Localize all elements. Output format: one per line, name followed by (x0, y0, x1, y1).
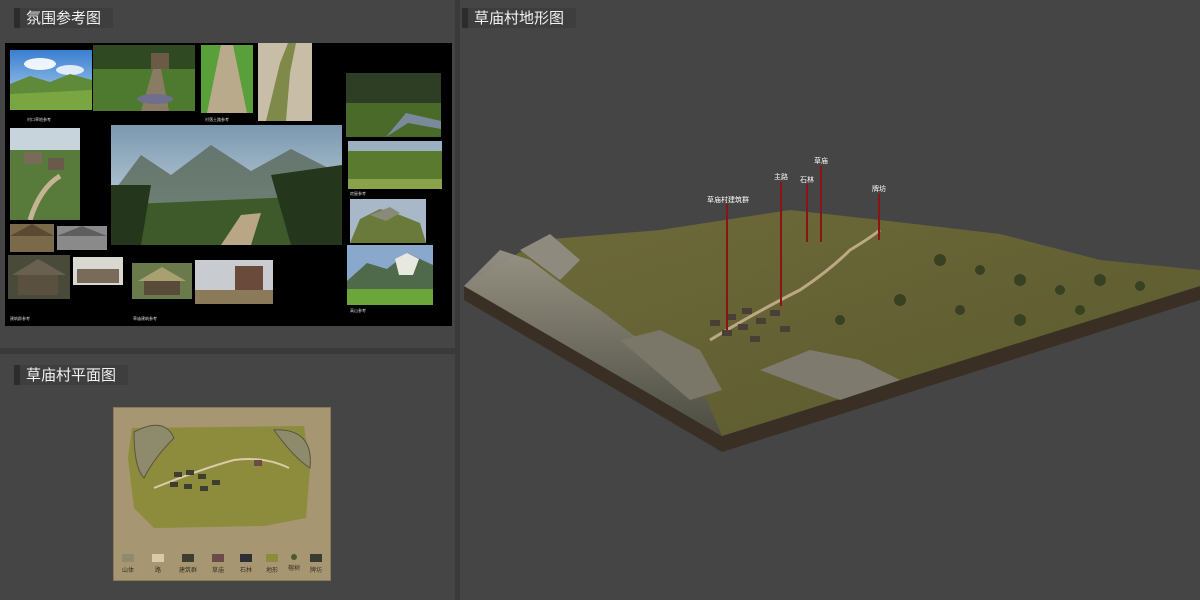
thatched-temple-photo (132, 263, 192, 299)
horizontal-divider (0, 348, 455, 354)
dirt-road-photo (201, 45, 253, 113)
legend-temple: 草庙 (206, 554, 230, 574)
pin-village-buildings (726, 204, 728, 330)
label-archway: 牌坊 (872, 185, 886, 193)
legend-label: 建筑群 (178, 567, 197, 574)
legend-buildings: 建筑群 (176, 554, 200, 574)
legend-banyan: 榕树 (282, 554, 306, 572)
grass-road-photo (258, 43, 312, 121)
legend-label: 榕树 (287, 565, 300, 572)
pin-archway (878, 194, 880, 240)
village-path-photo (93, 45, 195, 111)
meadow-photo (10, 50, 92, 110)
caption-house: 房屋参考 (350, 191, 366, 196)
wooden-house-photo (10, 224, 54, 252)
label-village-buildings: 草庙村建筑群 (707, 196, 749, 204)
village-street-photo (195, 260, 273, 304)
label-stone-forest: 石林 (800, 176, 814, 184)
caption-mountain: 高山参考 (350, 308, 366, 313)
legend-swatch (291, 554, 297, 560)
hut-photo (73, 257, 123, 285)
plan-map-drawing (128, 424, 311, 528)
legend-label: 山体 (121, 567, 134, 574)
label-main-road: 主路 (774, 173, 788, 181)
pin-temple (820, 166, 822, 242)
hillside-village-photo (10, 128, 80, 220)
stone-house-photo (57, 226, 107, 250)
caption-road: 村落土路参考 (205, 117, 229, 122)
legend-label: 地形 (265, 567, 278, 574)
terrain-model (464, 210, 1200, 452)
legend-swatch (310, 554, 322, 562)
pin-stone-forest (806, 184, 808, 242)
mood-reference-board: 村口草地参考 村落土路参考 房屋参考 高山参考 建筑群参考 草庙建筑参考 (5, 43, 452, 326)
terrain-panel-title: 草庙村地形图 (462, 8, 577, 28)
legend-terrain: 地形 (260, 554, 284, 574)
legend-label: 路 (154, 567, 161, 574)
forest-photo (348, 141, 442, 189)
caption-buildings: 建筑群参考 (10, 316, 30, 321)
legend-stone-forest: 石林 (234, 554, 258, 574)
legend-label: 草庙 (211, 567, 224, 574)
pin-main-road (780, 182, 782, 306)
plan-panel-title: 草庙村平面图 (14, 365, 129, 385)
legend-swatch (212, 554, 224, 562)
legend-label: 石林 (239, 567, 252, 574)
concept-art-photo (111, 125, 342, 245)
mood-panel-title: 氛围参考图 (14, 8, 114, 28)
legend-swatch (182, 554, 194, 562)
legend-swatch (266, 554, 278, 562)
mountain-photo (347, 245, 433, 305)
stream-photo (346, 73, 441, 137)
old-house-photo (8, 255, 70, 299)
legend-archway: 牌坊 (304, 554, 328, 574)
legend-swatch (152, 554, 164, 562)
legend-road: 路 (146, 554, 170, 574)
label-temple: 草庙 (814, 157, 828, 165)
legend-swatch (122, 554, 134, 562)
stone-forest-photo (350, 199, 426, 243)
caption-meadow: 村口草地参考 (27, 117, 51, 122)
legend-label: 牌坊 (309, 567, 322, 574)
legend-swatch (240, 554, 252, 562)
legend-mountain: 山体 (116, 554, 140, 574)
caption-temple: 草庙建筑参考 (133, 316, 157, 321)
village-plan-map: 山体 路 建筑群 草庙 石林 地形 榕树 牌坊 (113, 407, 331, 581)
